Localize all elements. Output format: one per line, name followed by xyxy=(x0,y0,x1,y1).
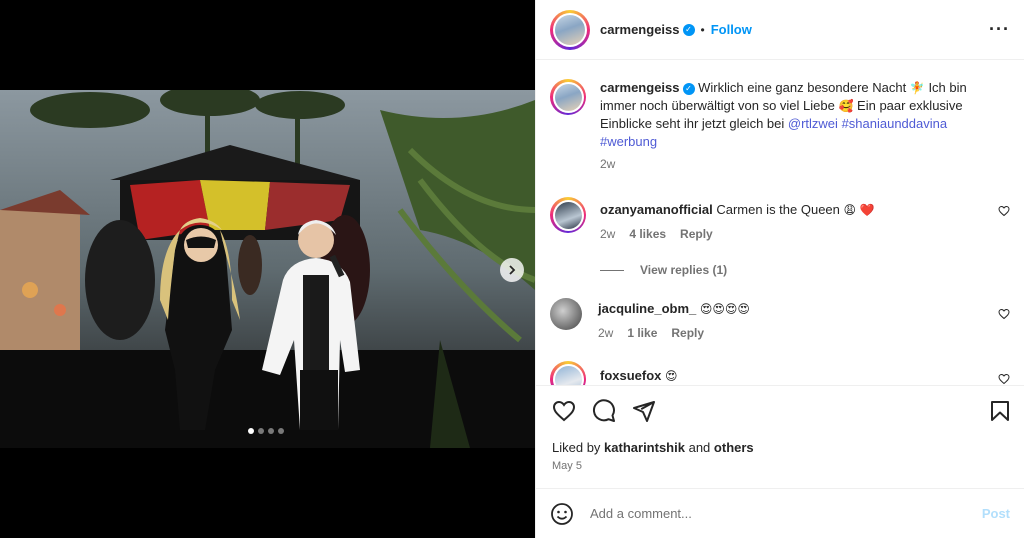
view-replies-label: View replies (1) xyxy=(640,263,728,277)
comment-username[interactable]: foxsuefox xyxy=(600,368,661,383)
reply-button[interactable]: Reply xyxy=(671,326,704,340)
action-bar xyxy=(536,385,1024,437)
comment-emoji: 😍 xyxy=(665,369,678,383)
carousel-dot xyxy=(268,428,274,434)
author-username[interactable]: carmengeiss xyxy=(600,22,680,37)
comment-emoji: 😩 ❤️ xyxy=(843,203,875,217)
commenter-avatar[interactable] xyxy=(550,361,586,385)
bookmark-icon[interactable] xyxy=(988,399,1012,423)
carousel-next-button[interactable] xyxy=(500,258,524,282)
comment-composer: Post xyxy=(536,488,1024,538)
comment-username[interactable]: ozanyamanofficial xyxy=(600,202,713,217)
smiley-icon[interactable] xyxy=(550,502,574,526)
liked-by-user[interactable]: katharintshik xyxy=(604,440,685,455)
hashtag-link[interactable]: #shaniaunddavina xyxy=(842,116,948,131)
carousel-dot xyxy=(248,428,254,434)
comment-input[interactable] xyxy=(590,506,982,521)
photo-illustration xyxy=(0,90,535,448)
chevron-right-icon xyxy=(509,265,516,275)
caption-text-1: Wirklich eine ganz besondere Nacht xyxy=(698,80,907,95)
comment-icon[interactable] xyxy=(592,399,616,423)
comment-likes[interactable]: 1 like xyxy=(627,326,657,340)
share-icon[interactable] xyxy=(632,399,656,423)
comment-item: foxsuefox 😍 xyxy=(550,361,1010,385)
comment-item: ozanyamanofficial Carmen is the Queen 😩 … xyxy=(550,197,1010,241)
liked-by-others[interactable]: others xyxy=(714,440,754,455)
comment-emoji: 😍😍😍😍 xyxy=(699,302,750,316)
caption-emoji-1: 🧚 xyxy=(909,81,925,95)
reply-button[interactable]: Reply xyxy=(680,227,713,241)
more-horizontal-icon[interactable]: ··· xyxy=(989,20,1010,38)
heart-icon[interactable] xyxy=(552,399,576,423)
comment-username[interactable]: jacquline_obm_ xyxy=(598,301,696,316)
post-photo[interactable] xyxy=(0,90,535,448)
post-media xyxy=(0,0,535,538)
heart-icon[interactable] xyxy=(998,308,1010,320)
caption-avatar[interactable] xyxy=(550,79,586,115)
comment-likes[interactable]: 4 likes xyxy=(629,227,666,241)
carousel-indicator xyxy=(248,428,284,434)
comment-item: jacquline_obm_ 😍😍😍😍 2w 1 like Reply xyxy=(550,298,1010,340)
hashtag-link[interactable]: #werbung xyxy=(600,134,657,149)
post-date[interactable]: May 5 xyxy=(552,460,582,472)
post-panel: carmengeiss ✓ • Follow ··· carmengeiss ✓ … xyxy=(535,0,1024,538)
verified-badge-icon: ✓ xyxy=(682,82,695,95)
heart-icon[interactable] xyxy=(998,373,1010,385)
comment-time: 2w xyxy=(600,227,616,241)
comment-text: Carmen is the Queen xyxy=(716,202,840,217)
author-avatar[interactable] xyxy=(550,9,590,50)
comments-section: carmengeiss ✓ Wirklich eine ganz besonder… xyxy=(536,61,1024,385)
mention-link[interactable]: @rtlzwei xyxy=(788,116,838,131)
caption-emoji-2: 🥰 xyxy=(838,99,854,113)
carousel-dot xyxy=(258,428,264,434)
commenter-avatar[interactable] xyxy=(550,298,582,330)
header-separator: • xyxy=(700,22,705,37)
liked-by-prefix: Liked by xyxy=(552,440,601,455)
caption-username[interactable]: carmengeiss xyxy=(600,80,680,95)
caption-time: 2w xyxy=(600,157,616,171)
follow-button[interactable]: Follow xyxy=(711,22,752,37)
post-header: carmengeiss ✓ • Follow ··· xyxy=(536,0,1024,60)
commenter-avatar[interactable] xyxy=(550,197,586,233)
post-button[interactable]: Post xyxy=(982,506,1010,521)
liked-by-and: and xyxy=(688,440,711,455)
comment-time: 2w xyxy=(598,326,614,340)
view-replies-button[interactable]: View replies (1) xyxy=(600,263,727,277)
verified-badge-icon: ✓ xyxy=(682,23,695,36)
heart-icon[interactable] xyxy=(998,205,1010,217)
carousel-dot xyxy=(278,428,284,434)
caption: carmengeiss ✓ Wirklich eine ganz besonder… xyxy=(550,79,1010,171)
liked-by: Liked by katharintshik and others xyxy=(552,440,754,455)
